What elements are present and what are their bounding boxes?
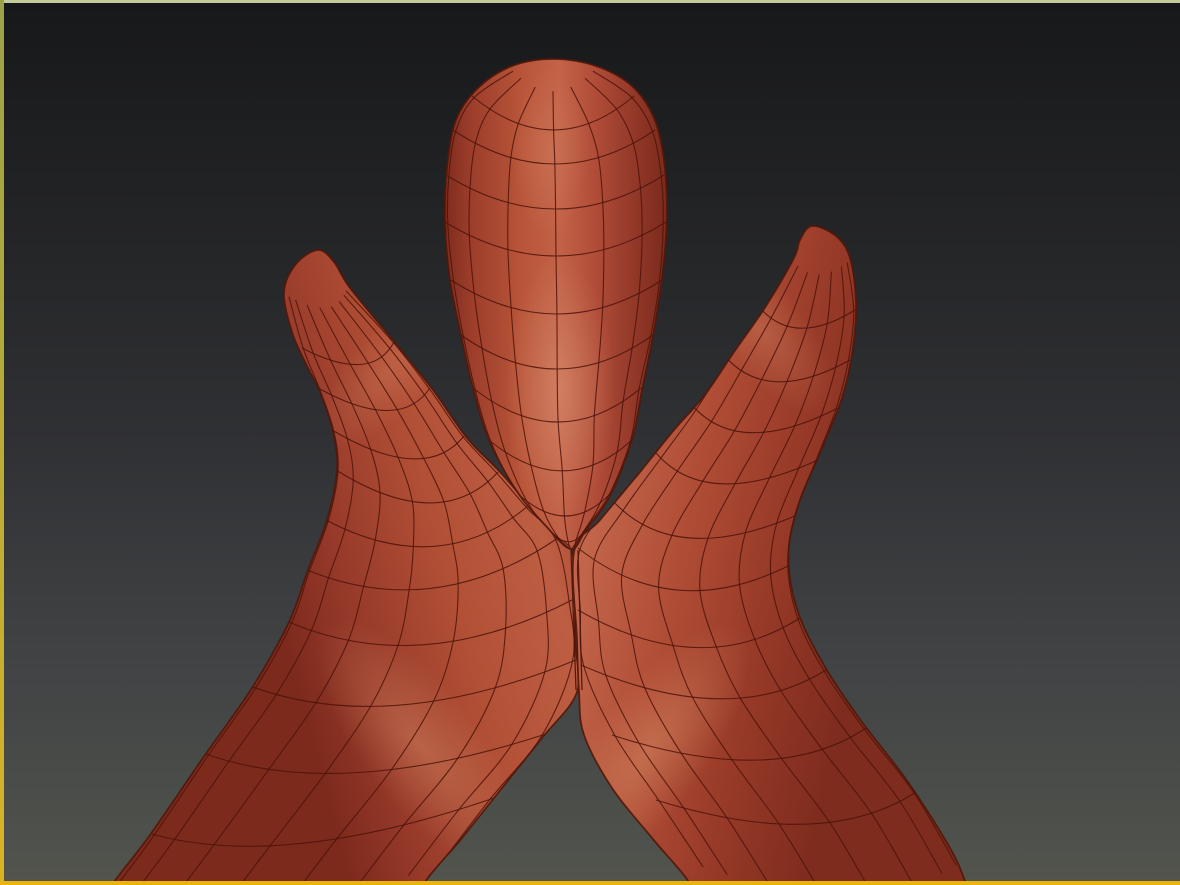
viewport-border-top — [0, 0, 1180, 3]
model-canvas[interactable] — [0, 0, 1180, 885]
viewport-border-left — [0, 0, 4, 885]
shading-highlight — [510, 65, 590, 235]
shading-highlight — [505, 255, 615, 525]
active-viewport[interactable] — [0, 0, 1180, 885]
viewport-border-bottom — [0, 881, 1180, 885]
